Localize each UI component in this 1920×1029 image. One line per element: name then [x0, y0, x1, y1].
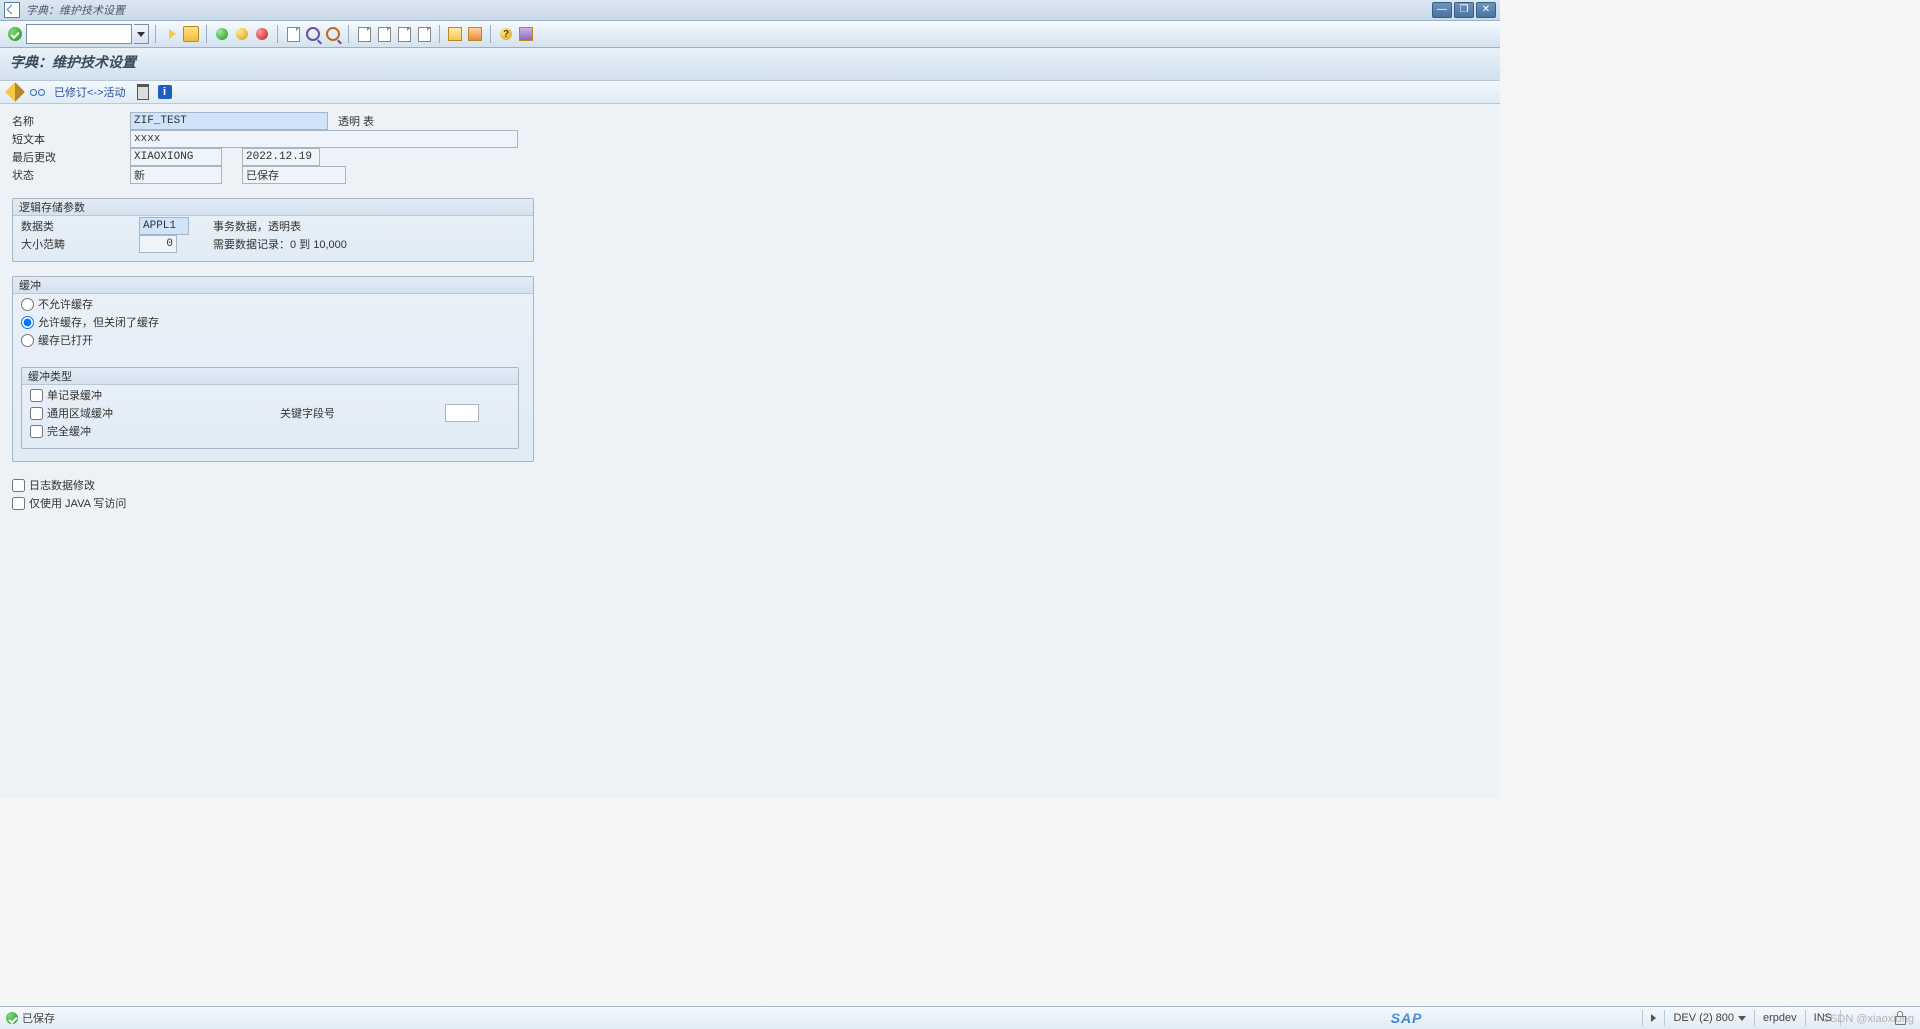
enter-button[interactable] [6, 25, 24, 43]
last-page-button[interactable] [415, 25, 433, 43]
radio-label-1: 不允许缓存 [38, 296, 93, 312]
check-full-buffer[interactable]: 完全缓冲 [30, 422, 510, 440]
field-size-category[interactable]: 0 [139, 235, 177, 253]
radio-buffer-allowed-off[interactable]: 允许缓存，但关闭了缓存 [21, 313, 525, 331]
status-bar: 已保存 SAP DEV (2) 800 erpdev INS [0, 1006, 1920, 1029]
radio-label-3: 缓存已打开 [38, 332, 93, 348]
print-button[interactable] [284, 25, 302, 43]
label-name: 名称 [12, 113, 130, 129]
find-button[interactable] [304, 25, 322, 43]
window-restore-button[interactable]: ❐ [1454, 2, 1474, 18]
next-page-button[interactable] [395, 25, 413, 43]
label-dataclass-desc: 事务数据，透明表 [213, 218, 301, 234]
delete-icon[interactable] [134, 83, 152, 101]
field-last-change-user: XIAOXIONG [130, 148, 222, 166]
display-icon[interactable] [28, 83, 46, 101]
find-next-button[interactable] [324, 25, 342, 43]
label-size-category: 大小范畴 [21, 236, 139, 252]
label-dataclass: 数据类 [21, 218, 139, 234]
field-name[interactable]: ZIF_TEST [130, 112, 328, 130]
main-toolbar: ? [0, 21, 1500, 48]
status-system[interactable]: DEV (2) 800 [1664, 1010, 1754, 1026]
revised-active-link[interactable]: 已修订<->活动 [50, 82, 130, 102]
check-java-only[interactable]: 仅使用 JAVA 写访问 [12, 494, 1488, 512]
field-short-text[interactable]: xxxx [130, 130, 518, 148]
shortcut-button[interactable] [466, 25, 484, 43]
window-close-button[interactable]: ✕ [1476, 2, 1496, 18]
radio-label-2: 允许缓存，但关闭了缓存 [38, 314, 159, 330]
label-size-desc: 需要数据记录：0 到 10,000 [213, 236, 347, 252]
check-label-2: 通用区域缓冲 [47, 405, 113, 421]
radio-buffer-on[interactable]: 缓存已打开 [21, 331, 525, 349]
prev-page-button[interactable] [375, 25, 393, 43]
window-titlebar: 字典：维护技术设置 — ❐ ✕ [0, 0, 1500, 21]
label-last-change: 最后更改 [12, 149, 130, 165]
group-buffer: 缓冲 不允许缓存 允许缓存，但关闭了缓存 缓存已打开 缓冲类型 单记录缓冲 通用… [12, 276, 534, 462]
first-page-button[interactable] [355, 25, 373, 43]
help-button[interactable]: ? [497, 25, 515, 43]
status-message: 已保存 [22, 1010, 55, 1026]
nav-cancel-icon[interactable] [253, 25, 271, 43]
label-status: 状态 [12, 167, 130, 183]
page-title: 字典：维护技术设置 [0, 48, 1500, 81]
edit-icon[interactable] [6, 83, 24, 101]
group-buffer-type-title: 缓冲类型 [22, 368, 518, 385]
label-name-side: 透明 表 [338, 113, 374, 129]
command-dropdown[interactable] [134, 24, 149, 44]
status-server[interactable]: erpdev [1754, 1010, 1805, 1026]
nav-back-icon[interactable] [213, 25, 231, 43]
watermark: CSDN @xiaoxiong [1822, 1013, 1914, 1025]
layout-menu-button[interactable] [517, 25, 535, 43]
window-title: 字典：维护技术设置 [26, 2, 125, 18]
check-label-1: 单记录缓冲 [47, 387, 102, 403]
check-label-3: 完全缓冲 [47, 423, 91, 439]
check-single-record[interactable]: 单记录缓冲 [30, 386, 510, 404]
group-logical-storage: 逻辑存储参数 数据类 APPL1 事务数据，透明表 大小范畴 0 需要数据记录：… [12, 198, 534, 262]
nav-exit-icon[interactable] [233, 25, 251, 43]
field-status: 新 [130, 166, 222, 184]
window-menu-icon[interactable] [4, 2, 20, 18]
label-key-fields: 关键字段号 [280, 405, 335, 421]
radio-buffer-not-allowed[interactable]: 不允许缓存 [21, 295, 525, 313]
check-java-label: 仅使用 JAVA 写访问 [29, 495, 126, 511]
field-status-save: 已保存 [242, 166, 346, 184]
back-button[interactable] [162, 25, 180, 43]
status-success-icon [6, 1012, 18, 1024]
status-arrow-icon[interactable] [1642, 1010, 1664, 1026]
field-last-change-date: 2022.12.19 [242, 148, 320, 166]
app-toolbar: 已修订<->活动 i [0, 81, 1500, 104]
group-logical-title: 逻辑存储参数 [13, 199, 533, 216]
field-key-fields[interactable] [445, 404, 479, 422]
label-short-text: 短文本 [12, 131, 130, 147]
window-minimize-button[interactable]: — [1432, 2, 1452, 18]
info-icon[interactable]: i [156, 83, 174, 101]
check-log-label: 日志数据修改 [29, 477, 95, 493]
content-area: 名称 ZIF_TEST 透明 表 短文本 xxxx 最后更改 XIAOXIONG… [0, 104, 1500, 798]
command-field[interactable] [26, 24, 132, 44]
save-button[interactable] [182, 25, 200, 43]
group-buffer-title: 缓冲 [13, 277, 533, 294]
check-log-data-changes[interactable]: 日志数据修改 [12, 476, 1488, 494]
group-buffer-type: 缓冲类型 单记录缓冲 通用区域缓冲 关键字段号 完全缓冲 [21, 367, 519, 449]
sap-logo: SAP [1391, 1010, 1423, 1026]
field-dataclass[interactable]: APPL1 [139, 217, 189, 235]
new-session-button[interactable] [446, 25, 464, 43]
